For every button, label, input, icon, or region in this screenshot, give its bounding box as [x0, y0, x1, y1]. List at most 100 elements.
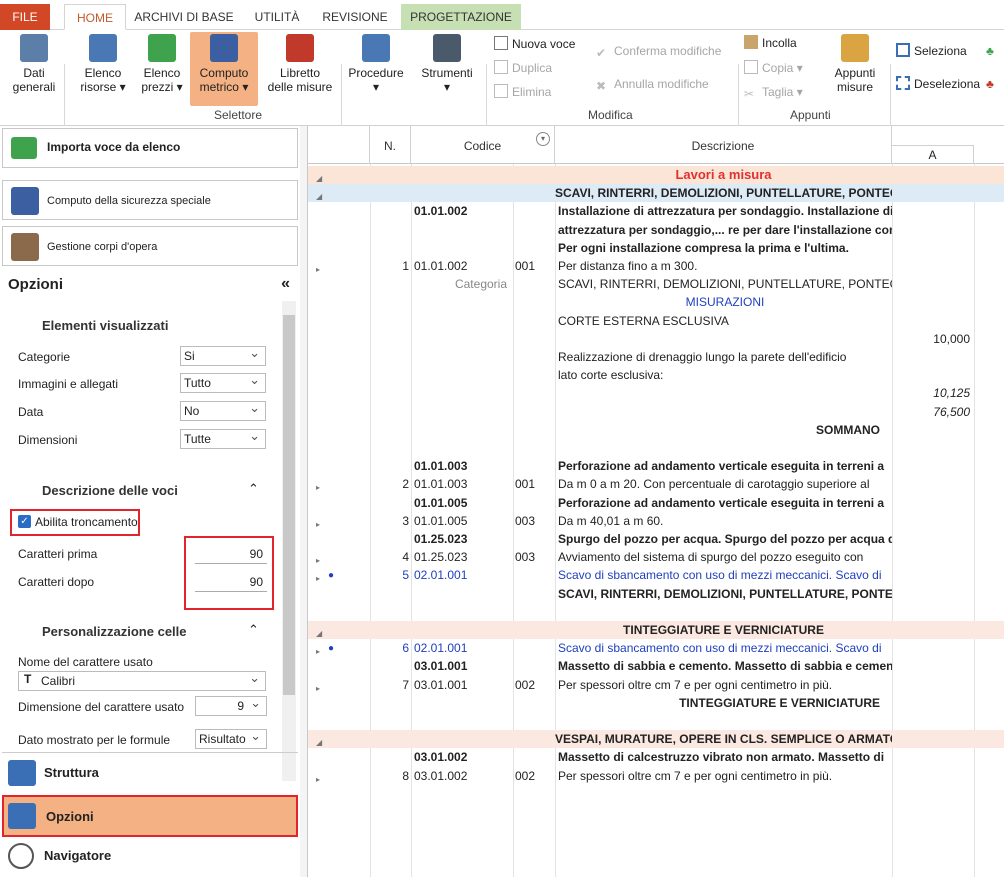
row-description: Installazione di attrezzatura per sondag…: [558, 204, 892, 219]
collapse-icon[interactable]: «: [281, 275, 290, 293]
panel-splitter[interactable]: [300, 126, 307, 877]
header-n[interactable]: N.: [370, 126, 411, 164]
taglia-button[interactable]: ✂ Taglia ▾: [744, 83, 803, 101]
scrollbar[interactable]: [282, 301, 296, 781]
table-row[interactable]: ▸ ● 5 02.01.001 Scavo di sbancamento con uso…: [308, 566, 1004, 584]
table-row[interactable]: 10,125: [308, 384, 1004, 402]
incolla-label: Incolla: [762, 36, 797, 50]
table-row[interactable]: 01.25.023 Spurgo del pozzo per acqua. Spu…: [308, 530, 1004, 548]
formule-select[interactable]: Risultato: [195, 727, 267, 749]
computo-metrico-label1: Computo: [199, 66, 249, 80]
incolla-button[interactable]: Incolla: [744, 34, 797, 52]
category-row[interactable]: ◢ SCAVI, RINTERRI, DEMOLIZIONI, PUNTELLAT…: [308, 184, 1004, 203]
table-row[interactable]: SOMMANO: [308, 421, 1004, 439]
copia-button[interactable]: Copia ▾: [744, 59, 803, 77]
link-dot-icon: ●: [328, 643, 335, 655]
tab-file[interactable]: FILE: [0, 4, 50, 30]
tab-archivi-di-base[interactable]: ARCHIVI DI BASE: [130, 4, 238, 30]
duplica-button[interactable]: Duplica: [494, 59, 552, 77]
table-row[interactable]: 03.01.001 Massetto di sabbia e cemento. M…: [308, 657, 1004, 675]
elenco-prezzi-button[interactable]: Elenco prezzi ▾: [136, 34, 188, 106]
table-row[interactable]: [308, 712, 1004, 730]
importa-voce-button[interactable]: Importa voce da elenco: [2, 128, 298, 168]
table-row[interactable]: 01.01.003 Perforazione ad andamento verti…: [308, 457, 1004, 475]
table-row[interactable]: SCAVI, RINTERRI, DEMOLIZIONI, PUNTELLATU…: [308, 585, 1004, 603]
abilita-checkbox[interactable]: ✓: [18, 515, 31, 528]
nav-opzioni[interactable]: Opzioni: [2, 795, 298, 837]
deseleziona-button[interactable]: Deseleziona: [896, 75, 980, 93]
table-row[interactable]: ▸ 3 01.01.005 003 Da m 40,01 a m 60.: [308, 512, 1004, 530]
data-select[interactable]: No: [180, 399, 266, 421]
computo-metrico-button[interactable]: Computo metrico ▾: [190, 32, 258, 106]
table-row[interactable]: 76,500: [308, 403, 1004, 421]
table-row[interactable]: ▸ 7 03.01.001 002 Per spessori oltre cm 7 e …: [308, 676, 1004, 694]
caratteri-prima-input[interactable]: 90: [195, 544, 267, 564]
seleziona-button[interactable]: Seleziona: [896, 42, 967, 60]
font-select[interactable]: Calibri: [18, 669, 266, 691]
chevron-up-icon[interactable]: ⌃: [248, 481, 259, 497]
dimensioni-select[interactable]: Tutte: [180, 427, 266, 449]
scrollbar-thumb[interactable]: [283, 315, 295, 695]
elenco-risorse-button[interactable]: Elenco risorse ▾: [72, 34, 134, 106]
header-a[interactable]: A: [892, 145, 974, 164]
table-row[interactable]: Categoria SCAVI, RINTERRI, DEMOLIZIONI, P…: [308, 275, 1004, 293]
expand-arrow-icon[interactable]: ▸: [316, 771, 320, 789]
immagini-select[interactable]: Tutto: [180, 371, 266, 393]
table-row[interactable]: ▸ 2 01.01.003 001 Da m 0 a m 20. Con percent…: [308, 475, 1004, 493]
nuova-voce-button[interactable]: Nuova voce: [494, 35, 575, 53]
tab-progettazione[interactable]: PROGETTAZIONE: [401, 4, 521, 30]
caratteri-dopo-input[interactable]: 90: [195, 572, 267, 592]
tree-remove-icon[interactable]: ♣: [986, 75, 1004, 93]
row-number: 4: [402, 550, 409, 565]
strumenti-button[interactable]: Strumenti ▾: [416, 34, 478, 106]
table-row[interactable]: 01.01.005 Perforazione ad andamento verti…: [308, 494, 1004, 512]
table-row[interactable]: Realizzazione di drenaggio lungo la pare…: [308, 348, 1004, 366]
filter-icon[interactable]: ▾: [536, 132, 550, 146]
categorie-select[interactable]: Si: [180, 344, 266, 366]
sicurezza-button[interactable]: Computo della sicurezza speciale: [2, 180, 298, 220]
table-row[interactable]: ▸ 4 01.25.023 003 Avviamento del sistema di …: [308, 548, 1004, 566]
table-row[interactable]: lato corte esclusiva:: [308, 366, 1004, 384]
table-row[interactable]: ▸ ● 6 02.01.001 Scavo di sbancamento con uso…: [308, 639, 1004, 657]
link-dot-icon: ●: [328, 570, 335, 582]
appunti-misure-label2: misure: [836, 80, 873, 94]
table-row[interactable]: ▸ 1 01.01.002 001 Per distanza fino a m 300.: [308, 257, 1004, 275]
libretto-misure-button[interactable]: Libretto delle misure: [262, 34, 338, 106]
conferma-modifiche-button[interactable]: ✔ Conferma modifiche: [596, 42, 721, 60]
row-subcode: 002: [515, 677, 536, 692]
category-row[interactable]: ◢ Lavori a misura: [308, 166, 1004, 185]
table-row[interactable]: 10,000: [308, 330, 1004, 348]
table-row[interactable]: ▸ 8 03.01.002 002 Per spessori oltre cm 7 e …: [308, 767, 1004, 785]
worker-warning-icon: [11, 187, 39, 215]
procedure-label2: ▾: [372, 80, 380, 94]
appunti-misure-button[interactable]: Appunti misure: [826, 34, 884, 106]
corpi-opera-button[interactable]: Gestione corpi d'opera: [2, 226, 298, 266]
table-row[interactable]: [308, 603, 1004, 621]
elimina-button[interactable]: Elimina: [494, 83, 551, 101]
table-row[interactable]: Per ogni installazione compresa la prima…: [308, 239, 1004, 257]
chevron-up-icon[interactable]: ⌃: [248, 622, 259, 638]
nav-struttura[interactable]: Struttura: [2, 754, 298, 792]
table-row[interactable]: 01.01.002 Installazione di attrezzatura p…: [308, 202, 1004, 220]
tab-home[interactable]: HOME: [64, 4, 126, 30]
table-row[interactable]: MISURAZIONI: [308, 293, 1004, 311]
category-row[interactable]: ◢ TINTEGGIATURE E VERNICIATURE: [308, 621, 1004, 640]
tab-revisione[interactable]: REVISIONE: [315, 4, 395, 30]
table-row[interactable]: attrezzatura per sondaggio,... re per da…: [308, 221, 1004, 239]
tree-icon[interactable]: ♣: [986, 42, 1004, 60]
row-code: 01.01.002: [414, 204, 468, 219]
table-row[interactable]: TINTEGGIATURE E VERNICIATURE: [308, 694, 1004, 712]
category-row[interactable]: ◢ VESPAI, MURATURE, OPERE IN CLS. SEMPLIC…: [308, 730, 1004, 749]
header-descrizione[interactable]: Descrizione: [555, 126, 892, 164]
header-codice[interactable]: Codice: [411, 126, 555, 164]
annulla-modifiche-button[interactable]: ✖ Annulla modifiche: [596, 75, 709, 93]
category-title: TINTEGGIATURE E VERNICIATURE: [623, 623, 824, 637]
size-select[interactable]: 9: [195, 694, 267, 716]
table-row[interactable]: 03.01.002 Massetto di calcestruzzo vibrat…: [308, 748, 1004, 766]
nav-navigatore[interactable]: Navigatore: [2, 837, 298, 875]
procedure-button[interactable]: Procedure ▾: [346, 34, 406, 106]
table-row[interactable]: [308, 439, 1004, 457]
table-row[interactable]: CORTE ESTERNA ESCLUSIVA: [308, 312, 1004, 330]
tab-utilita[interactable]: UTILITÀ: [245, 4, 309, 30]
dati-generali-button[interactable]: Dati generali: [8, 34, 60, 106]
